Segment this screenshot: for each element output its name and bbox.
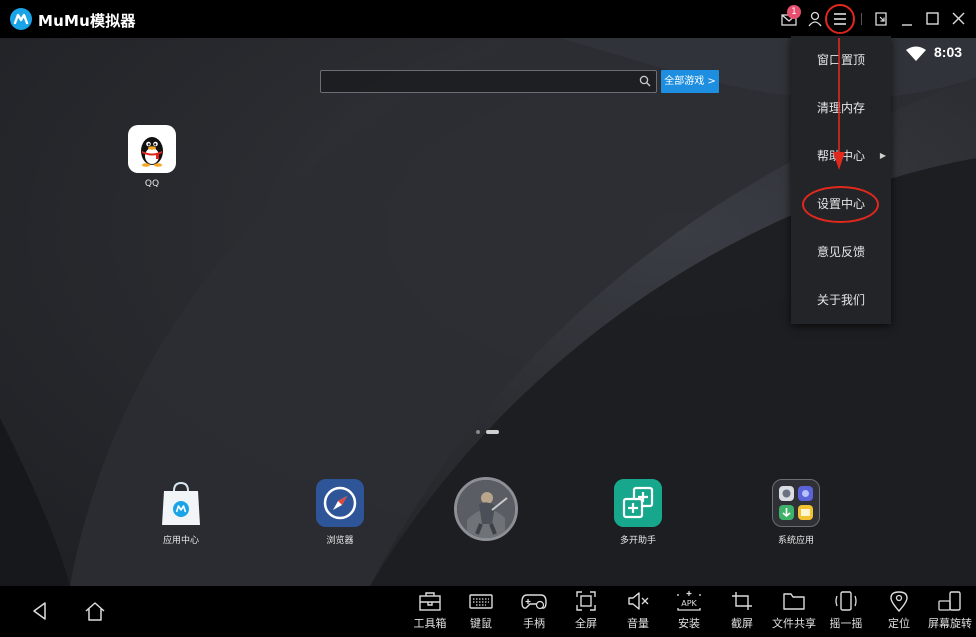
toolbar-rotate-screen[interactable]: 屏幕旋转: [925, 590, 975, 631]
toolbar-location[interactable]: 定位: [875, 590, 923, 631]
toolbar-gamepad[interactable]: 手柄: [510, 590, 558, 631]
keyboard-icon: [469, 594, 493, 609]
annotation-circle-menu: [825, 4, 855, 34]
compass-icon: [316, 479, 364, 527]
shopping-bag-icon: [157, 479, 205, 527]
app-app-center[interactable]: 应用中心: [156, 479, 206, 546]
title-bar: MuMu模拟器 1: [0, 0, 976, 38]
location-pin-icon: [890, 591, 908, 612]
toolbar-screenshot[interactable]: 截屏: [718, 590, 766, 631]
mumu-logo-icon: [10, 8, 32, 30]
toolbar-label: 安装: [678, 617, 700, 630]
search-input[interactable]: [321, 71, 631, 93]
all-games-button[interactable]: 全部游戏 >: [661, 70, 719, 93]
minimize-button[interactable]: [894, 6, 920, 32]
toolbar-label: 工具箱: [413, 617, 447, 630]
toolbar-volume[interactable]: 音量: [614, 590, 662, 631]
game-search-box[interactable]: [320, 70, 657, 93]
window-title: MuMu模拟器: [38, 12, 136, 30]
toolbox-icon: [419, 592, 441, 611]
toolbar-shake[interactable]: 摇一摇: [822, 590, 870, 631]
gamepad-icon: [521, 594, 547, 610]
menu-item-feedback[interactable]: 意见反馈: [791, 228, 891, 276]
mini-mode-button[interactable]: [868, 6, 894, 32]
game-character-icon: [454, 477, 518, 541]
app-multi-instance[interactable]: 多开助手: [613, 479, 663, 546]
apk-install-icon: APK: [677, 591, 701, 611]
app-qq[interactable]: QQ: [128, 125, 176, 189]
page-dot-active: [486, 429, 499, 434]
fullscreen-icon: [576, 591, 596, 611]
menu-item-label: 关于我们: [816, 293, 865, 307]
toolbar-fullscreen[interactable]: 全屏: [562, 590, 610, 631]
close-icon: [952, 12, 965, 25]
mail-badge: 1: [787, 5, 801, 19]
search-icon[interactable]: [639, 75, 651, 87]
status-time: 8:03: [934, 44, 963, 60]
toolbar-label: 手柄: [523, 617, 545, 630]
app-browser[interactable]: 浏览器: [315, 479, 365, 546]
annotation-arrow-icon: [833, 38, 845, 170]
titlebar-separator: [861, 13, 862, 25]
maximize-icon: [926, 12, 939, 25]
toolbar-keyboard-mouse[interactable]: 键鼠: [457, 590, 505, 631]
menu-item-label: 意见反馈: [816, 245, 865, 259]
folder-icon: [783, 593, 805, 610]
toolbar-label: 全屏: [575, 617, 597, 630]
wifi-icon: [906, 46, 926, 61]
minimize-icon: [902, 24, 912, 26]
app-label: 多开助手: [619, 536, 656, 546]
toolbar-label: 文件共享: [772, 617, 816, 630]
page-dot: [476, 429, 480, 434]
multi-open-icon: [614, 479, 662, 527]
toolbar-label: 截屏: [731, 617, 753, 630]
app-game[interactable]: [454, 477, 518, 547]
menu-item-about-us[interactable]: 关于我们: [791, 276, 891, 324]
mumu-emulator-window: MuMu模拟器 1 8:03 全部游戏 > QQ 应用中心 浏览器 多开助手 系…: [0, 0, 976, 637]
toolbar-label: 屏幕旋转: [928, 617, 972, 630]
close-button[interactable]: [945, 6, 971, 32]
toolbar-toolbox[interactable]: 工具箱: [406, 590, 454, 631]
app-label: 浏览器: [326, 536, 354, 546]
toolbar-file-share[interactable]: 文件共享: [770, 590, 818, 631]
rotate-screen-icon: [938, 591, 961, 611]
maximize-button[interactable]: [919, 6, 945, 32]
toolbar-label: 键鼠: [470, 617, 492, 630]
annotation-ellipse-settings: [802, 186, 879, 223]
toolbar-install-apk[interactable]: APK 安装: [665, 590, 713, 631]
shrink-window-icon: [875, 12, 887, 26]
screenshot-crop-icon: [732, 592, 752, 610]
submenu-arrow-icon: ▶: [879, 151, 886, 160]
bottom-toolbar: 工具箱 键鼠 手柄 全屏 音量 APK 安装 截屏 文件共享 摇一摇 定位 屏幕…: [0, 586, 976, 637]
qq-penguin-icon: [128, 125, 176, 173]
app-system-apps[interactable]: 系统应用: [771, 479, 821, 546]
shake-phone-icon: [835, 591, 857, 611]
toolbar-label: 定位: [888, 617, 910, 630]
back-icon[interactable]: [30, 600, 50, 622]
app-label: QQ: [144, 179, 160, 189]
page-indicator: [476, 421, 505, 440]
app-label: 系统应用: [777, 536, 814, 546]
toolbar-label: 音量: [627, 617, 649, 630]
app-folder-icon: [772, 479, 820, 527]
volume-icon: [628, 592, 649, 610]
home-icon[interactable]: [83, 600, 107, 622]
app-label: 应用中心: [162, 536, 199, 546]
toolbar-label: 摇一摇: [829, 617, 863, 630]
svg-text:APK: APK: [681, 599, 697, 608]
